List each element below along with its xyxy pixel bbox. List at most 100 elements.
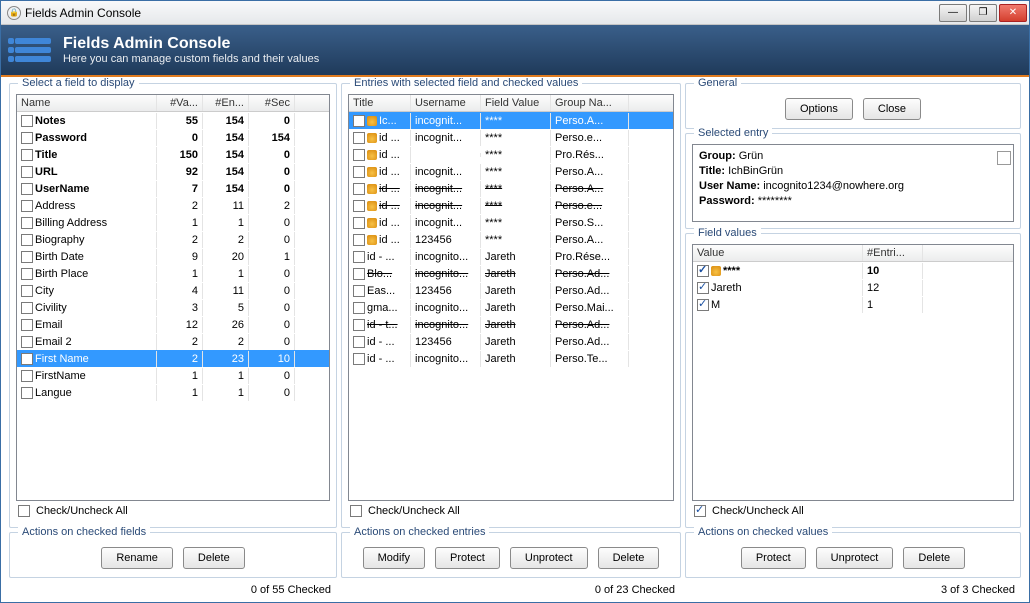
delete-entry-button[interactable]: Delete bbox=[598, 547, 660, 569]
entry-row[interactable]: id ...incognit...****Perso.e... bbox=[349, 129, 673, 146]
col-fieldvalue[interactable]: Field Value bbox=[481, 95, 551, 111]
close-window-button[interactable]: ✕ bbox=[999, 4, 1027, 22]
field-row[interactable]: URL921540 bbox=[17, 163, 329, 180]
value-row[interactable]: Jareth12 bbox=[693, 279, 1013, 296]
row-checkbox[interactable] bbox=[353, 302, 365, 314]
row-checkbox[interactable] bbox=[21, 319, 33, 331]
entry-row[interactable]: id ...****Pro.Rés... bbox=[349, 146, 673, 163]
row-checkbox[interactable] bbox=[353, 285, 365, 297]
row-checkbox[interactable] bbox=[353, 234, 365, 246]
entry-row[interactable]: id - ...incognito...JarethPerso.Te... bbox=[349, 350, 673, 367]
field-row[interactable]: Billing Address110 bbox=[17, 214, 329, 231]
row-checkbox[interactable] bbox=[353, 217, 365, 229]
protect-value-button[interactable]: Protect bbox=[741, 547, 806, 569]
col-value[interactable]: Value bbox=[693, 245, 863, 261]
field-row[interactable]: Email12260 bbox=[17, 316, 329, 333]
col-en[interactable]: #En... bbox=[203, 95, 249, 111]
row-checkbox[interactable] bbox=[21, 353, 33, 365]
entry-row[interactable]: gma...incognito...JarethPerso.Mai... bbox=[349, 299, 673, 316]
fields-grid[interactable]: Name #Va... #En... #Sec Notes551540Passw… bbox=[16, 94, 330, 501]
col-entries-count[interactable]: #Entri... bbox=[863, 245, 923, 261]
delete-value-button[interactable]: Delete bbox=[903, 547, 965, 569]
entry-row[interactable]: Blo...incognito...JarethPerso.Ad... bbox=[349, 265, 673, 282]
row-checkbox[interactable] bbox=[21, 234, 33, 246]
field-row[interactable]: Title1501540 bbox=[17, 146, 329, 163]
row-checkbox[interactable] bbox=[353, 183, 365, 195]
row-checkbox[interactable] bbox=[21, 302, 33, 314]
row-checkbox[interactable] bbox=[21, 387, 33, 399]
unprotect-entry-button[interactable]: Unprotect bbox=[510, 547, 588, 569]
row-checkbox[interactable] bbox=[21, 132, 33, 144]
maximize-button[interactable]: ❐ bbox=[969, 4, 997, 22]
row-checkbox[interactable] bbox=[697, 265, 709, 277]
value-row[interactable]: ****10 bbox=[693, 262, 1013, 279]
row-checkbox[interactable] bbox=[353, 268, 365, 280]
row-checkbox[interactable] bbox=[353, 132, 365, 144]
entry-row[interactable]: Ic...incognit...****Perso.A... bbox=[349, 112, 673, 129]
field-row[interactable]: Email 2220 bbox=[17, 333, 329, 350]
row-checkbox[interactable] bbox=[21, 166, 33, 178]
minimize-button[interactable]: — bbox=[939, 4, 967, 22]
selected-entry-detail[interactable]: Group: Grün Title: IchBinGrün User Name:… bbox=[692, 144, 1014, 222]
field-row[interactable]: Biography220 bbox=[17, 231, 329, 248]
row-checkbox[interactable] bbox=[353, 319, 365, 331]
entry-row[interactable]: id ...123456****Perso.A... bbox=[349, 231, 673, 248]
row-checkbox[interactable] bbox=[21, 251, 33, 263]
field-row[interactable]: Civility350 bbox=[17, 299, 329, 316]
entry-row[interactable]: id - ...123456JarethPerso.Ad... bbox=[349, 333, 673, 350]
unprotect-value-button[interactable]: Unprotect bbox=[816, 547, 894, 569]
row-checkbox[interactable] bbox=[21, 115, 33, 127]
field-row[interactable]: First Name22310 bbox=[17, 350, 329, 367]
row-checkbox[interactable] bbox=[21, 217, 33, 229]
field-row[interactable]: Password0154154 bbox=[17, 129, 329, 146]
fields-check-all[interactable] bbox=[18, 505, 30, 517]
col-username[interactable]: Username bbox=[411, 95, 481, 111]
row-checkbox[interactable] bbox=[21, 370, 33, 382]
row-checkbox[interactable] bbox=[21, 268, 33, 280]
field-row[interactable]: UserName71540 bbox=[17, 180, 329, 197]
row-checkbox[interactable] bbox=[697, 282, 709, 294]
row-checkbox[interactable] bbox=[21, 183, 33, 195]
close-button[interactable]: Close bbox=[863, 98, 921, 120]
entry-row[interactable]: id - ...incognito...JarethPro.Rése... bbox=[349, 248, 673, 265]
entry-row[interactable]: id ...incognit...****Perso.S... bbox=[349, 214, 673, 231]
entry-row[interactable]: id - t...incognito...JarethPerso.Ad... bbox=[349, 316, 673, 333]
field-row[interactable]: Birth Place110 bbox=[17, 265, 329, 282]
delete-field-button[interactable]: Delete bbox=[183, 547, 245, 569]
row-checkbox[interactable] bbox=[353, 336, 365, 348]
values-grid[interactable]: Value #Entri... ****10Jareth12M1 bbox=[692, 244, 1014, 501]
row-checkbox[interactable] bbox=[353, 251, 365, 263]
row-checkbox[interactable] bbox=[353, 200, 365, 212]
protect-entry-button[interactable]: Protect bbox=[435, 547, 500, 569]
field-row[interactable]: Birth Date9201 bbox=[17, 248, 329, 265]
field-row[interactable]: Notes551540 bbox=[17, 112, 329, 129]
row-checkbox[interactable] bbox=[21, 285, 33, 297]
entries-grid[interactable]: Title Username Field Value Group Na... I… bbox=[348, 94, 674, 501]
entries-check-all[interactable] bbox=[350, 505, 362, 517]
field-row[interactable]: Address2112 bbox=[17, 197, 329, 214]
entry-row[interactable]: id ...incognit...****Perso.A... bbox=[349, 180, 673, 197]
value-row[interactable]: M1 bbox=[693, 296, 1013, 313]
options-button[interactable]: Options bbox=[785, 98, 853, 120]
entry-row[interactable]: id ...incognit...****Perso.e... bbox=[349, 197, 673, 214]
entry-row[interactable]: Eas...123456JarethPerso.Ad... bbox=[349, 282, 673, 299]
field-row[interactable]: Langue110 bbox=[17, 384, 329, 401]
col-sec[interactable]: #Sec bbox=[249, 95, 295, 111]
row-checkbox[interactable] bbox=[21, 336, 33, 348]
col-va[interactable]: #Va... bbox=[157, 95, 203, 111]
titlebar[interactable]: 🔒 Fields Admin Console — ❐ ✕ bbox=[1, 1, 1029, 25]
row-checkbox[interactable] bbox=[697, 299, 709, 311]
row-checkbox[interactable] bbox=[21, 200, 33, 212]
values-check-all[interactable] bbox=[694, 505, 706, 517]
row-checkbox[interactable] bbox=[353, 115, 365, 127]
col-name[interactable]: Name bbox=[17, 95, 157, 111]
row-checkbox[interactable] bbox=[353, 353, 365, 365]
entry-row[interactable]: id ...incognit...****Perso.A... bbox=[349, 163, 673, 180]
row-checkbox[interactable] bbox=[353, 149, 365, 161]
row-checkbox[interactable] bbox=[353, 166, 365, 178]
modify-button[interactable]: Modify bbox=[363, 547, 425, 569]
field-row[interactable]: FirstName110 bbox=[17, 367, 329, 384]
col-groupname[interactable]: Group Na... bbox=[551, 95, 629, 111]
col-title[interactable]: Title bbox=[349, 95, 411, 111]
row-checkbox[interactable] bbox=[21, 149, 33, 161]
